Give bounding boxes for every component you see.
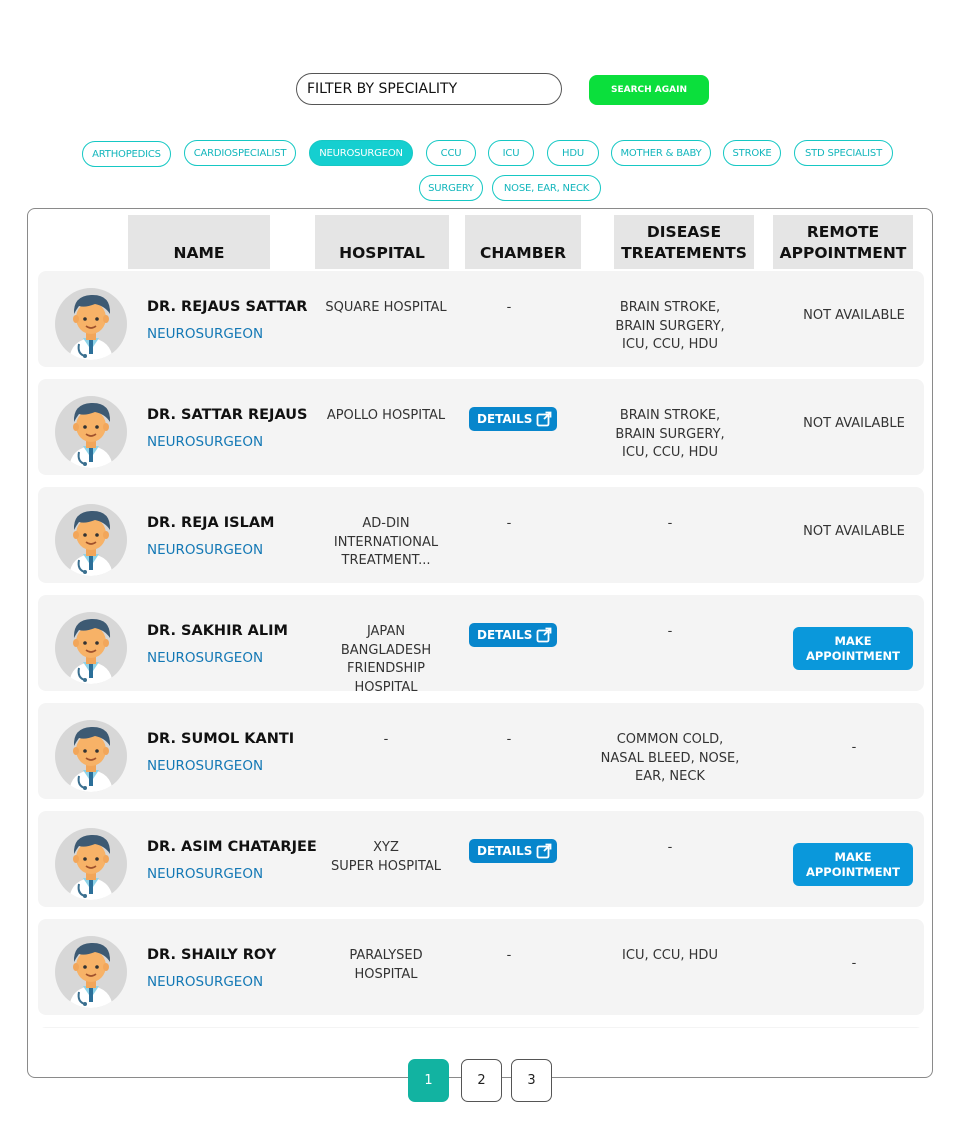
page-3-button[interactable]: 3 xyxy=(511,1059,552,1102)
doctor-avatar xyxy=(55,936,127,1008)
table-row xyxy=(38,1027,924,1028)
doctor-name: DR. SHAILY ROY xyxy=(147,947,277,963)
header-name: NAME xyxy=(128,215,270,269)
table-row: DR. SHAILY ROY NEUROSURGEON PARALYSED HOSP… xyxy=(38,919,924,1015)
doctor-rows: DR. REJAUS SATTAR NEUROSURGEON SQUARE HOSP… xyxy=(38,271,924,1028)
chamber-cell: - xyxy=(506,516,512,531)
chip-std-specialist[interactable]: STD SPECIALIST xyxy=(794,140,893,166)
disease-treatments-cell: BRAIN STROKE, BRAIN SURGERY, ICU, CCU, H… xyxy=(615,408,725,460)
doctor-name: DR. ASIM CHATARJEE xyxy=(147,839,317,855)
hospital-cell: AD-DIN INTERNATIONAL TREATMENT... xyxy=(333,516,439,568)
hospital-cell: SQUARE HOSPITAL xyxy=(325,300,447,315)
table-row: DR. SUMOL KANTI NEUROSURGEON - - COMMON COLD… xyxy=(38,703,924,799)
external-link-icon xyxy=(536,411,552,430)
doctor-avatar xyxy=(55,720,127,792)
chip-mother-baby[interactable]: MOTHER & BABY xyxy=(611,140,711,166)
disease-treatments-cell: COMMON COLD, NASAL BLEED, NOSE, EAR, NEC… xyxy=(600,732,740,784)
doctor-avatar xyxy=(55,612,127,684)
doctor-avatar xyxy=(55,288,127,360)
make-appointment-button[interactable]: MAKE APPOINTMENT xyxy=(793,627,913,670)
doctor-avatar xyxy=(55,504,127,576)
table-row: DR. REJA ISLAM NEUROSURGEON AD-DIN INTERNA… xyxy=(38,487,924,583)
hospital-cell: XYZ SUPER HOSPITAL xyxy=(331,840,441,874)
doctor-name: DR. SATTAR REJAUS xyxy=(147,407,308,423)
doctor-name: DR. REJA ISLAM xyxy=(147,515,275,531)
doctor-speciality: NEUROSURGEON xyxy=(147,974,264,990)
chip-neurosurgeon[interactable]: NEUROSURGEON xyxy=(309,140,413,166)
table-row: DR. SATTAR REJAUS NEUROSURGEON APOLLO HOSP… xyxy=(38,379,924,475)
speciality-filter-input[interactable] xyxy=(296,73,562,105)
doctor-avatar xyxy=(55,396,127,468)
chamber-details-button[interactable]: DETAILS xyxy=(469,839,557,863)
chamber-cell: - xyxy=(506,948,512,963)
table-row: DR. SAKHIR ALIM NEUROSURGEON JAPAN BANGLAD… xyxy=(38,595,924,695)
doctor-avatar xyxy=(55,828,127,900)
details-label: DETAILS xyxy=(477,844,533,858)
chip-arthopedics[interactable]: ARTHOPEDICS xyxy=(82,141,171,167)
remote-appointment-cell: NOT AVAILABLE xyxy=(803,308,905,323)
doctor-name: DR. SAKHIR ALIM xyxy=(147,623,288,639)
page-1-button[interactable]: 1 xyxy=(408,1059,449,1102)
chip-cardiospecialist[interactable]: CARDIOSPECIALIST xyxy=(184,140,296,166)
hospital-cell: PARALYSED HOSPITAL xyxy=(349,948,423,982)
hospital-cell: APOLLO HOSPITAL xyxy=(326,408,446,423)
table-row: DR. ASIM CHATARJEE NEUROSURGEON XYZ SUPER … xyxy=(38,811,924,907)
disease-treatments-cell: BRAIN STROKE, BRAIN SURGERY, ICU, CCU, H… xyxy=(615,300,725,352)
remote-appointment-cell: NOT AVAILABLE xyxy=(803,524,905,539)
remote-appointment-cell: - xyxy=(851,740,857,755)
details-label: DETAILS xyxy=(477,628,533,642)
doctor-speciality: NEUROSURGEON xyxy=(147,434,264,450)
remote-appointment-cell: NOT AVAILABLE xyxy=(803,416,905,431)
doctor-speciality: NEUROSURGEON xyxy=(147,542,264,558)
disease-treatments-cell: - xyxy=(667,516,673,531)
chip-icu[interactable]: ICU xyxy=(488,140,534,166)
doctor-speciality: NEUROSURGEON xyxy=(147,650,264,666)
doctor-speciality: NEUROSURGEON xyxy=(147,866,264,882)
external-link-icon xyxy=(536,627,552,646)
header-remote-appointment: REMOTE APPOINTMENT xyxy=(773,215,913,269)
disease-treatments-cell: ICU, CCU, HDU xyxy=(622,948,718,963)
chip-surgery[interactable]: SURGERY xyxy=(419,175,483,201)
table-row: DR. REJAUS SATTAR NEUROSURGEON SQUARE HOSP… xyxy=(38,271,924,367)
doctor-name: DR. SUMOL KANTI xyxy=(147,731,295,747)
details-label: DETAILS xyxy=(477,412,533,426)
external-link-icon xyxy=(536,843,552,862)
chamber-cell: - xyxy=(506,300,512,315)
remote-appointment-cell: - xyxy=(851,956,857,971)
doctor-name: DR. REJAUS SATTAR xyxy=(147,299,308,315)
chamber-cell: - xyxy=(506,732,512,747)
header-disease-treatments: DISEASE TREATEMENTS xyxy=(614,215,754,269)
doctor-speciality: NEUROSURGEON xyxy=(147,326,264,342)
header-chamber: CHAMBER xyxy=(465,215,581,269)
disease-treatments-cell: - xyxy=(667,840,673,855)
chip-ccu[interactable]: CCU xyxy=(426,140,476,166)
chip-stroke[interactable]: STROKE xyxy=(723,140,781,166)
chamber-details-button[interactable]: DETAILS xyxy=(469,407,557,431)
disease-treatments-cell: - xyxy=(667,624,673,639)
make-appointment-button[interactable]: MAKE APPOINTMENT xyxy=(793,843,913,886)
chip-nose-ear-neck[interactable]: NOSE, EAR, NECK xyxy=(492,175,601,201)
doctor-speciality: NEUROSURGEON xyxy=(147,758,264,774)
hospital-cell: - xyxy=(383,732,389,747)
chamber-details-button[interactable]: DETAILS xyxy=(469,623,557,647)
chip-hdu[interactable]: HDU xyxy=(547,140,599,166)
search-again-button[interactable]: SEARCH AGAIN xyxy=(589,75,709,105)
page-2-button[interactable]: 2 xyxy=(461,1059,502,1102)
header-hospital: HOSPITAL xyxy=(315,215,449,269)
hospital-cell: JAPAN BANGLADESH FRIENDSHIP HOSPITAL xyxy=(340,624,432,695)
